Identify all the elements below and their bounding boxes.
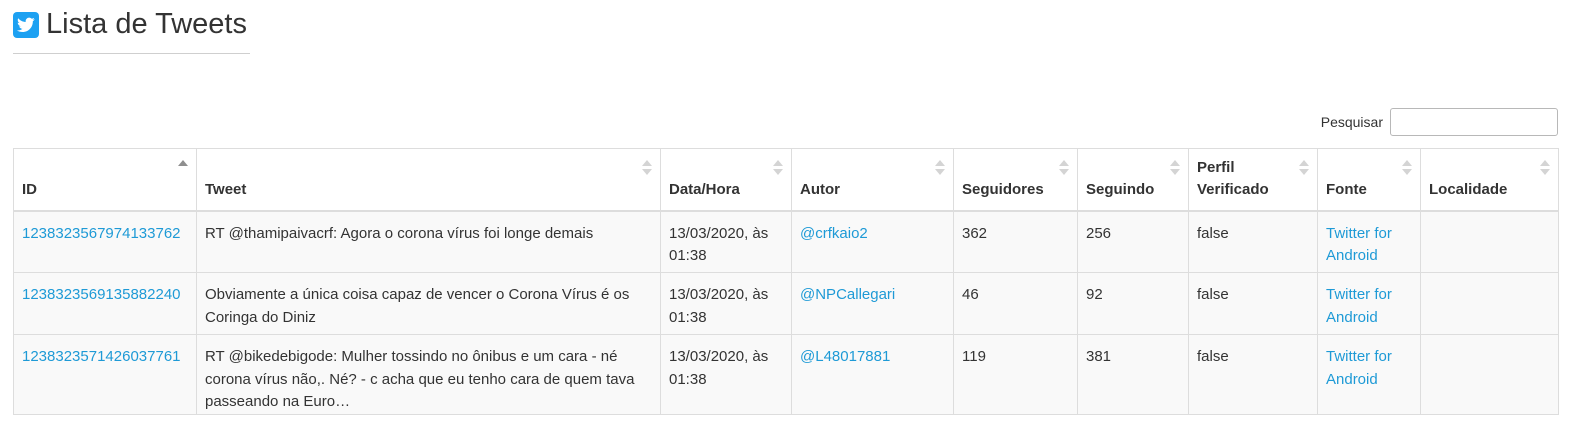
cell-datetime: 13/03/2020, às 01:38 [660,272,792,335]
column-header-label: ID [22,181,37,198]
sort-icon [1059,160,1069,176]
sort-icon [935,160,945,176]
cell-verified: false [1188,210,1318,273]
search-box: Pesquisar [1321,107,1558,137]
cell-tweet: RT @thamipaivacrf: Agora o corona vírus … [196,210,661,273]
search-label: Pesquisar [1320,114,1383,130]
cell-author: @crfkaio2 [791,210,954,273]
table-row: 1238323571426037761 RT @bikedebigode: Mu… [13,334,1559,415]
sort-ascending-icon [178,160,188,176]
source-link[interactable]: Twitter for Android [1326,225,1392,265]
column-header-following[interactable]: Seguindo [1077,148,1189,212]
tweet-id-link[interactable]: 1238323571426037761 [22,348,181,365]
cell-tweet: Obviamente a única coisa capaz de vencer… [196,272,661,335]
cell-followers: 46 [953,272,1078,335]
column-header-id[interactable]: ID [13,148,197,212]
cell-following: 92 [1077,272,1189,335]
source-link[interactable]: Twitter for Android [1326,286,1392,326]
cell-datetime: 13/03/2020, às 01:38 [660,334,792,415]
column-header-label: Tweet [205,181,247,198]
sort-icon [773,160,783,176]
column-header-label: Perfil Verificado [1197,158,1269,199]
column-header-source[interactable]: Fonte [1317,148,1421,212]
cell-id: 1238323571426037761 [13,334,197,415]
tweets-table: ID Tweet Data/Hora Autor Seguidores Segu… [13,148,1559,415]
cell-source: Twitter for Android [1317,334,1421,415]
cell-id: 1238323567974133762 [13,210,197,273]
tweet-id-link[interactable]: 1238323567974133762 [22,225,181,242]
table-row: 1238323567974133762 RT @thamipaivacrf: A… [13,210,1559,273]
cell-location [1420,272,1559,335]
cell-id: 1238323569135882240 [13,272,197,335]
column-header-label: Autor [800,181,840,198]
column-header-location[interactable]: Localidade [1420,148,1559,212]
cell-location [1420,334,1559,415]
cell-followers: 362 [953,210,1078,273]
column-header-verified[interactable]: Perfil Verificado [1188,148,1318,212]
cell-source: Twitter for Android [1317,272,1421,335]
cell-following: 381 [1077,334,1189,415]
tweet-id-link[interactable]: 1238323569135882240 [22,286,181,303]
page-title: Lista de Tweets [46,8,247,40]
cell-author: @NPCallegari [791,272,954,335]
author-link[interactable]: @NPCallegari [800,286,895,303]
author-link[interactable]: @crfkaio2 [800,225,868,242]
column-header-label: Localidade [1429,181,1508,198]
column-header-datetime[interactable]: Data/Hora [660,148,792,212]
sort-icon [1402,160,1412,176]
cell-source: Twitter for Android [1317,210,1421,273]
twitter-icon [13,12,39,38]
cell-author: @L48017881 [791,334,954,415]
column-header-label: Fonte [1326,181,1367,198]
sort-icon [642,160,652,176]
cell-verified: false [1188,334,1318,415]
cell-location [1420,210,1559,273]
column-header-author[interactable]: Autor [791,148,954,212]
column-header-label: Data/Hora [669,181,740,198]
cell-tweet: RT @bikedebigode: Mulher tossindo no ôni… [196,334,661,415]
table-header-row: ID Tweet Data/Hora Autor Seguidores Segu… [13,148,1559,212]
cell-datetime: 13/03/2020, às 01:38 [660,210,792,273]
column-header-tweet[interactable]: Tweet [196,148,661,212]
author-link[interactable]: @L48017881 [800,348,890,365]
sort-icon [1170,160,1180,176]
sort-icon [1540,160,1550,176]
cell-followers: 119 [953,334,1078,415]
cell-verified: false [1188,272,1318,335]
column-header-label: Seguindo [1086,181,1155,198]
column-header-followers[interactable]: Seguidores [953,148,1078,212]
table-row: 1238323569135882240 Obviamente a única c… [13,272,1559,335]
column-header-label: Seguidores [962,181,1044,198]
source-link[interactable]: Twitter for Android [1326,348,1392,388]
page-header: Lista de Tweets [13,6,250,54]
sort-icon [1299,160,1309,176]
cell-following: 256 [1077,210,1189,273]
search-input[interactable] [1390,108,1558,136]
